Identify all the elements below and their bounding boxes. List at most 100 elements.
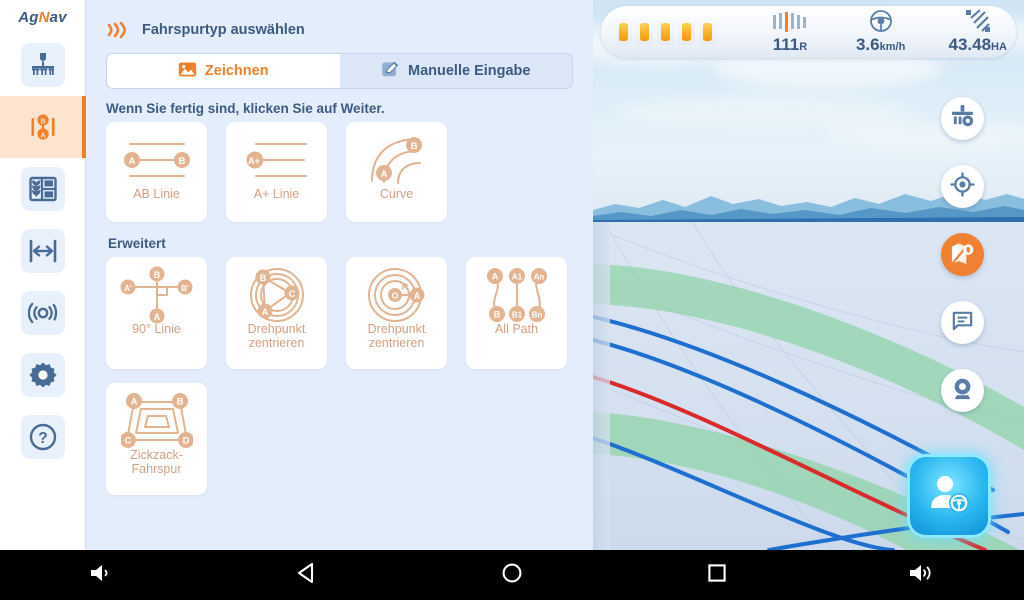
svg-text:B: B: [176, 396, 183, 407]
ninety-degree-line-pattern-icon: B A A' B': [119, 266, 195, 323]
svg-text:A+: A+: [248, 156, 260, 166]
svg-text:A': A': [124, 283, 132, 292]
svg-text:B: B: [493, 309, 500, 319]
pivot-circle-pattern-icon: O R A: [366, 267, 428, 322]
svg-text:A: A: [153, 311, 160, 321]
svg-text:A: A: [491, 271, 498, 281]
logo-part-2: N: [38, 8, 50, 26]
panel-hint: Wenn Sie fertig sind, klicken Sie auf We…: [106, 101, 385, 116]
gear-icon: [28, 361, 57, 389]
camera-icon: [950, 376, 975, 406]
svg-text:A: A: [261, 306, 268, 316]
svg-text:B: B: [40, 118, 45, 125]
driver-steering-icon: [926, 471, 972, 522]
zigzag-pattern-icon: A B C D: [120, 392, 193, 448]
pattern-label: Curve: [379, 187, 414, 201]
basic-pattern-row: A B AB Linie A+ A+ Linie B A Curve: [86, 122, 593, 222]
implement-icon: [29, 51, 57, 79]
svg-text:C: C: [124, 435, 131, 446]
back-button[interactable]: [277, 550, 337, 600]
app-logo: Ag Nav: [0, 0, 85, 34]
sidebar-item-implement[interactable]: [0, 34, 86, 96]
pivot-center-pattern-icon: B A C: [246, 267, 308, 322]
locate-me-button[interactable]: [941, 165, 984, 208]
logo-part-1: Ag: [18, 8, 39, 26]
home-button[interactable]: [482, 550, 542, 600]
logo-part-3: av: [49, 8, 67, 26]
pattern-card-ab-linie[interactable]: A B AB Linie: [106, 122, 207, 222]
sidebar-item-settings[interactable]: [0, 344, 86, 406]
triangle-back-icon: [296, 562, 318, 589]
a-plus-line-pattern-icon: A+: [240, 132, 314, 187]
pattern-card-drehpunkt-zentrieren-1[interactable]: B A C Drehpunkt zentrieren: [226, 257, 327, 369]
svg-text:B: B: [178, 156, 185, 167]
ab-line-pattern-icon: A B: [120, 132, 194, 187]
svg-text:A: A: [413, 290, 420, 300]
square-recents-icon: [706, 562, 728, 589]
advanced-pattern-row-1: B A A' B' 90° Linie B A C Drehpunkt zent…: [86, 257, 593, 369]
notes-button[interactable]: [941, 301, 984, 344]
sidebar-item-guidance-ab[interactable]: B A: [0, 96, 86, 158]
pattern-card-all-path[interactable]: A A1 An B B1 Bn All Path: [466, 257, 567, 369]
pattern-card-a-plus-linie[interactable]: A+ A+ Linie: [226, 122, 327, 222]
help-icon: ?: [29, 423, 57, 451]
sidebar-item-width[interactable]: [0, 220, 86, 282]
svg-text:An: An: [533, 272, 544, 281]
app-root: 111R 3.6km/h 43.48HA Fahrspurtyp auswähl…: [0, 0, 1024, 600]
page-title: Fahrspurtyp auswählen: [142, 22, 305, 38]
volume-low-icon: [89, 562, 115, 589]
svg-text:A: A: [128, 156, 135, 167]
sidebar-item-signal[interactable]: [0, 282, 86, 344]
map-view[interactable]: 111R 3.6km/h 43.48HA: [593, 0, 1024, 550]
sidebar-item-help[interactable]: ?: [0, 406, 86, 468]
tab-zeichnen-label: Zeichnen: [204, 63, 269, 79]
input-mode-tabs: Zeichnen Manuelle Eingabe: [106, 53, 573, 89]
pencil-icon: [381, 60, 400, 82]
svg-text:A1: A1: [511, 272, 522, 281]
pattern-label: AB Linie: [133, 187, 180, 201]
pattern-card-zickzack-fahrspur[interactable]: A B C D Zickzack-Fahrspur: [106, 383, 207, 495]
tab-manuelle-eingabe[interactable]: Manuelle Eingabe: [339, 54, 572, 88]
pattern-label: 90° Linie: [132, 322, 181, 336]
pattern-label: Drehpunkt zentrieren: [367, 322, 426, 351]
map-pin-icon: [950, 240, 975, 270]
volume-down-button[interactable]: [72, 550, 132, 600]
note-icon: [950, 308, 975, 338]
tab-manuelle-eingabe-label: Manuelle Eingabe: [408, 63, 531, 79]
volume-up-button[interactable]: [892, 550, 952, 600]
volume-high-icon: [908, 562, 936, 589]
svg-text:A: A: [40, 132, 45, 139]
svg-text:?: ?: [38, 430, 47, 447]
tab-zeichnen[interactable]: Zeichnen: [107, 54, 340, 88]
field-icon: [28, 176, 57, 202]
recents-button[interactable]: [687, 550, 747, 600]
svg-text:R: R: [401, 282, 408, 292]
driver-profile-button[interactable]: [910, 457, 988, 535]
svg-text:Bn: Bn: [531, 310, 542, 319]
crosshair-icon: [950, 171, 975, 202]
image-icon: [178, 61, 197, 82]
signal-icon: [27, 300, 58, 326]
svg-text:A: A: [380, 169, 387, 180]
svg-text:B': B': [181, 283, 189, 292]
pattern-label: Zickzack-Fahrspur: [130, 448, 183, 477]
pattern-label: A+ Linie: [253, 187, 300, 201]
implement-gear-icon: [950, 104, 975, 134]
advanced-section-title: Erweitert: [108, 236, 166, 251]
pattern-label: All Path: [494, 322, 539, 336]
pattern-card-90-grad-linie[interactable]: B A A' B' 90° Linie: [106, 257, 207, 369]
panel-header: Fahrspurtyp auswählen: [86, 0, 593, 40]
pattern-card-curve[interactable]: B A Curve: [346, 122, 447, 222]
all-path-pattern-icon: A A1 An B B1 Bn: [482, 267, 552, 322]
android-navbar: [0, 550, 1024, 600]
curve-pattern-icon: B A: [362, 132, 432, 187]
sidebar-item-field[interactable]: [0, 158, 86, 220]
svg-text:B: B: [410, 141, 417, 152]
implement-settings-button[interactable]: [941, 97, 984, 140]
signal-waves-icon: [106, 20, 128, 40]
svg-text:B: B: [259, 272, 266, 282]
camera-button[interactable]: [941, 369, 984, 412]
pattern-card-drehpunkt-zentrieren-2[interactable]: O R A Drehpunkt zentrieren: [346, 257, 447, 369]
map-layers-button[interactable]: [941, 233, 984, 276]
pattern-label: Drehpunkt zentrieren: [247, 322, 306, 351]
